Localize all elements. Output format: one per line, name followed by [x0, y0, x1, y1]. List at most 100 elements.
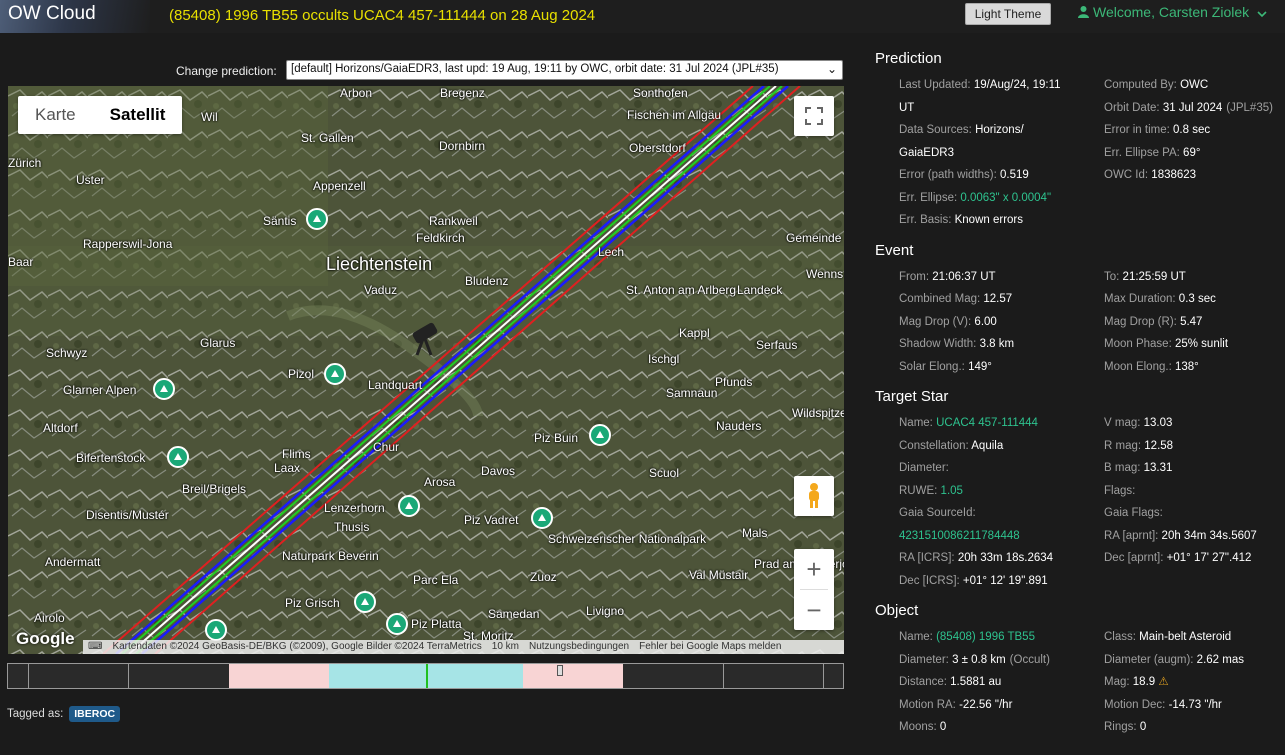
- zoom-out-button[interactable]: −: [794, 590, 834, 630]
- scale-bar[interactable]: 10 km: [487, 640, 524, 654]
- map-place-label: Säntis: [263, 214, 297, 228]
- field-value: 0: [1139, 721, 1147, 733]
- google-logo[interactable]: Google: [16, 629, 75, 649]
- field-label: To:: [1104, 270, 1120, 283]
- field-label: Shadow Width:: [899, 338, 977, 350]
- peak-marker[interactable]: [167, 446, 189, 468]
- event-title: (85408) 1996 TB55 occults UCAC4 457-1114…: [169, 7, 596, 24]
- field-label: Name:: [899, 417, 933, 429]
- tag-badge[interactable]: IBEROC: [69, 706, 121, 722]
- pegman-icon: [809, 483, 819, 508]
- field-value: 1.5881 au: [950, 676, 1002, 688]
- field-value: 5.47: [1180, 315, 1203, 328]
- peak-marker[interactable]: [531, 507, 553, 529]
- report-error-link[interactable]: Fehler bei Google Maps melden: [634, 640, 786, 654]
- field-value: UT: [899, 101, 915, 114]
- field-label: Error (path widths):: [899, 169, 997, 181]
- field-value: 1838623: [1151, 169, 1197, 181]
- field-row: Mag Drop (V): 6.00: [899, 311, 1104, 334]
- field-row: B mag: 13.31: [1104, 457, 1285, 480]
- app-title[interactable]: OW Cloud: [8, 3, 96, 25]
- field-label: Dec [aprnt]:: [1104, 552, 1164, 564]
- map-type-karte[interactable]: Karte: [18, 96, 93, 134]
- field-value: 21:06:37 UT: [932, 270, 996, 283]
- field-value[interactable]: 0.0063" x 0.0004": [960, 192, 1051, 204]
- section-event: Event From: 21:06:37 UT Combined Mag: 12.…: [875, 240, 1275, 379]
- peak-marker[interactable]: [324, 363, 346, 385]
- field-label: Last Updated:: [899, 79, 971, 91]
- map-place-label: Airolo: [34, 611, 65, 625]
- field-value: 12.58: [1144, 439, 1174, 452]
- zoom-in-button[interactable]: +: [794, 549, 834, 589]
- field-value: -14.73 "/hr: [1168, 698, 1222, 711]
- map-place-label: Pfunds: [715, 375, 753, 389]
- field-row: Dec [aprnt]: +01° 17' 27".412: [1104, 547, 1285, 570]
- map-place-label: Bifertenstock: [76, 451, 146, 465]
- field-value: 0: [939, 721, 947, 733]
- field-value[interactable]: 4231510086211784448: [899, 530, 1020, 542]
- field-row: GaiaEDR3: [899, 142, 1104, 165]
- field-row: Moons: 0: [899, 716, 1104, 739]
- section-object: Object Name: (85408) 1996 TB55 Diameter: …: [875, 600, 1275, 739]
- field-value[interactable]: UCAC4 457-111444: [936, 417, 1038, 429]
- field-row: Err. Ellipse PA: 69°: [1104, 142, 1285, 165]
- timeline-handle[interactable]: [557, 665, 563, 676]
- terms-link[interactable]: Nutzungsbedingungen: [524, 640, 634, 654]
- map-place-label: Flims: [282, 447, 311, 461]
- keyboard-shortcuts-icon[interactable]: ⌨: [83, 640, 107, 654]
- peak-marker[interactable]: [306, 208, 328, 230]
- map-place-label: Naturpark Beverin: [282, 549, 379, 563]
- field-row: Solar Elong.: 149°: [899, 356, 1104, 379]
- map-place-label: Ischgl: [648, 352, 680, 366]
- field-row: Distance: 1.5881 au: [899, 671, 1104, 694]
- map-place-label: Landeck: [737, 283, 783, 297]
- field-value: 0.3 sec: [1178, 293, 1216, 305]
- map-place-label: Piz Grisch: [285, 596, 340, 610]
- prediction-select[interactable]: [default] Horizons/GaiaEDR3, last upd: 1…: [286, 60, 843, 80]
- map-place-label: Scuol: [649, 466, 680, 480]
- map-place-label: Zürich: [8, 156, 42, 170]
- field-row: Flags:: [1104, 480, 1285, 503]
- field-value: 19/Aug/24, 19:11: [973, 79, 1061, 91]
- map-place-label: Vaduz: [364, 283, 398, 297]
- tags-row: Tagged as: IBEROC: [7, 706, 121, 722]
- field-row: RA [aprnt]: 20h 34m 34s.5607: [1104, 525, 1285, 548]
- peak-marker[interactable]: [153, 378, 175, 400]
- field-row: Moon Phase: 25% sunlit: [1104, 333, 1285, 356]
- light-theme-button[interactable]: Light Theme: [965, 3, 1051, 25]
- top-bar: OW Cloud (85408) 1996 TB55 occults UCAC4…: [0, 0, 1285, 33]
- peak-marker[interactable]: [589, 424, 611, 446]
- map-place-label: Baar: [8, 255, 34, 269]
- map-place-label: Samedan: [488, 607, 540, 621]
- map-attribution: ⌨ Kartendaten ©2024 GeoBasis-DE/BKG (©20…: [83, 640, 844, 654]
- occultation-map[interactable]: Arbon Bregenz Sonthofen Fischen im Allgäu Ob…: [8, 86, 844, 654]
- warning-icon[interactable]: ⚠: [1155, 676, 1168, 688]
- peak-marker[interactable]: [398, 495, 420, 517]
- street-view-pegman[interactable]: [794, 476, 834, 516]
- map-place-label: Altdorf: [43, 421, 78, 435]
- field-label: Diameter:: [899, 653, 949, 666]
- field-row: Diameter:: [899, 457, 1104, 480]
- time-timeline[interactable]: [7, 663, 844, 689]
- field-label: Mag Drop (R):: [1104, 315, 1177, 328]
- peak-marker[interactable]: [205, 619, 227, 641]
- field-label: Diameter (augm):: [1104, 653, 1194, 666]
- peak-marker[interactable]: [354, 591, 376, 613]
- user-menu[interactable]: Welcome, Carsten Ziolek: [1078, 4, 1271, 20]
- field-label: RA [ICRS]:: [899, 552, 955, 564]
- peak-marker[interactable]: [386, 613, 408, 635]
- map-type-satellit[interactable]: Satellit: [93, 96, 183, 134]
- field-value: 13.31: [1143, 462, 1173, 474]
- app-brand[interactable]: OW Cloud: [0, 0, 150, 33]
- field-value[interactable]: (85408) 1996 TB55: [936, 631, 1035, 643]
- map-data-credit[interactable]: Kartendaten ©2024 GeoBasis-DE/BKG (©2009…: [107, 640, 486, 654]
- map-place-label: Fischen im Allgäu: [627, 108, 722, 122]
- field-row: Gaia SourceId:: [899, 502, 1104, 525]
- field-label: RA [aprnt]:: [1104, 529, 1159, 542]
- field-value[interactable]: 1.05: [941, 485, 963, 497]
- field-label: Data Sources:: [899, 124, 972, 136]
- details-panel: Prediction Last Updated: 19/Aug/24, 19:1…: [875, 48, 1275, 739]
- field-suffix: (Occult): [1009, 653, 1050, 666]
- field-row: RA [ICRS]: 20h 33m 18s.2634: [899, 547, 1104, 570]
- fullscreen-button[interactable]: [794, 96, 834, 136]
